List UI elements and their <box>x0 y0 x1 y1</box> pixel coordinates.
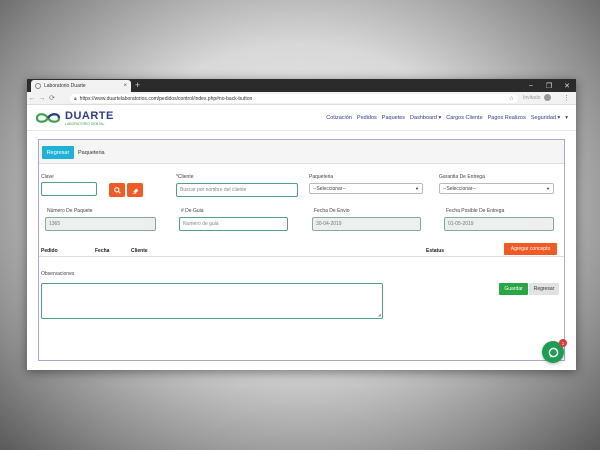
tab-close-icon[interactable]: × <box>123 83 127 89</box>
observaciones-label: Observaciones <box>41 271 75 277</box>
brand-title: DUARTE <box>65 109 114 122</box>
avatar-icon <box>543 94 551 101</box>
cliente-label: *Cliente <box>176 174 194 180</box>
garantia-label: Garantia De Entrega <box>439 174 485 180</box>
menu-item-cotizacion[interactable]: Cotización <box>326 115 352 121</box>
menu-item-pedidos[interactable]: Pedidos <box>357 115 377 121</box>
guia-label: # De Guia <box>181 208 204 214</box>
chevron-down-icon: ▼ <box>546 186 550 191</box>
lock-icon: 🔒︎ <box>74 95 77 102</box>
resize-handle-icon[interactable]: ◢ <box>378 312 381 317</box>
paqueteria-panel: Regresar Paqueteria Clave *Cliente Busca… <box>38 139 565 361</box>
chevron-down-icon: ▼ <box>415 186 419 191</box>
clave-input[interactable] <box>41 182 97 196</box>
fecha-envio-field: 30-04-2019 <box>312 217 421 231</box>
guia-input[interactable]: Numero de guia <box>179 217 288 231</box>
fecha-entrega-label: Fecha Posible De Entrega <box>446 208 505 214</box>
paqueteria-label: Paqueteria <box>309 174 334 180</box>
new-tab-button[interactable]: + <box>135 80 140 91</box>
app-navbar: DUARTE LABORATORIO DENTAL Cotización Ped… <box>27 106 576 131</box>
minimize-icon[interactable]: – <box>522 79 540 92</box>
address-bar: ← → ⟳ 🔒︎ https://www.duartelaboratorios.… <box>27 92 576 105</box>
url-field[interactable]: 🔒︎ https://www.duartelaboratorios.com/pe… <box>70 94 518 103</box>
bookmark-star-icon[interactable]: ☆ <box>509 95 514 102</box>
menu-item-user-dropdown[interactable]: ▾ <box>565 115 568 121</box>
chat-notification-badge: 1 <box>559 339 567 347</box>
fecha-envio-label: Fecha De Envio <box>314 208 350 214</box>
clear-clave-button[interactable] <box>127 183 143 197</box>
search-clave-button[interactable] <box>109 183 125 197</box>
menu-item-paquetes[interactable]: Paquetes <box>382 115 405 121</box>
brand-logo[interactable]: DUARTE LABORATORIO DENTAL <box>33 110 114 126</box>
garantia-selected: --Seleccionar-- <box>443 185 476 192</box>
menu-item-cargos-cliente[interactable]: Cargos Cliente <box>446 115 482 121</box>
reload-icon[interactable]: ⟳ <box>47 94 57 102</box>
fecha-entrega-field: 01-05-2019 <box>444 217 554 231</box>
cliente-search-input[interactable]: Buscar por nombre del cliente <box>176 183 298 197</box>
title-bar: Laboratorio Duarte × + – ❐ ✕ <box>27 79 576 92</box>
column-header-pedido: Pedido <box>41 248 58 254</box>
page-title: Paqueteria <box>78 150 105 156</box>
paqueteria-select[interactable]: --Seleccionar-- ▼ <box>309 183 423 194</box>
forward-arrow-icon[interactable]: → <box>37 95 47 102</box>
eraser-icon <box>132 187 138 194</box>
numero-paquete-label: Número De Paquete <box>47 208 93 214</box>
garantia-select[interactable]: --Seleccionar-- ▼ <box>439 183 554 194</box>
panel-header: Regresar Paqueteria <box>39 140 564 164</box>
maximize-icon[interactable]: ❐ <box>540 79 558 92</box>
add-concept-button[interactable]: Agregar concepto <box>504 243 557 255</box>
browser-tab[interactable]: Laboratorio Duarte × <box>31 80 131 92</box>
paqueteria-selected: --Seleccionar-- <box>313 185 346 192</box>
column-header-estatus: Estatus <box>426 248 445 254</box>
back-arrow-icon[interactable]: ← <box>27 95 37 102</box>
menu-item-dashboard[interactable]: Dashboard ▾ <box>410 115 441 121</box>
tab-favicon-icon <box>35 83 41 89</box>
profile-button[interactable]: Invitado <box>523 94 551 101</box>
menu-item-pagos-realizos[interactable]: Pagos Realizos <box>488 115 526 121</box>
url-text: https://www.duartelaboratorios.com/pedid… <box>79 95 253 102</box>
clave-label: Clave <box>41 174 54 180</box>
observaciones-textarea[interactable]: ◢ <box>41 283 383 319</box>
profile-label: Invitado <box>523 94 541 101</box>
chat-bubble-icon <box>548 347 558 358</box>
search-icon <box>113 186 121 194</box>
browser-menu-icon[interactable]: ⋮ <box>563 94 570 102</box>
column-header-fecha: Fecha <box>95 248 110 254</box>
pedidos-table-header: Pedido Fecha Cliente Estatus <box>39 245 564 257</box>
menu-item-seguridad[interactable]: Seguridad ▾ <box>531 115 560 121</box>
close-window-icon[interactable]: ✕ <box>558 79 576 92</box>
browser-window: Laboratorio Duarte × + – ❐ ✕ ← → ⟳ 🔒︎ ht… <box>27 79 576 370</box>
main-menu: Cotización Pedidos Paquetes Dashboard ▾ … <box>321 115 568 121</box>
column-header-cliente: Cliente <box>131 248 148 254</box>
back-button[interactable]: Regresar <box>529 283 559 295</box>
save-button[interactable]: Guardar <box>499 283 528 295</box>
numero-paquete-field: 1365 <box>45 217 156 231</box>
window-controls: – ❐ ✕ <box>522 79 576 92</box>
brand-subtitle: LABORATORIO DENTAL <box>65 121 105 126</box>
back-button-top[interactable]: Regresar <box>42 146 74 159</box>
infinity-logo-icon <box>35 113 61 123</box>
tab-title: Laboratorio Duarte <box>44 83 86 89</box>
